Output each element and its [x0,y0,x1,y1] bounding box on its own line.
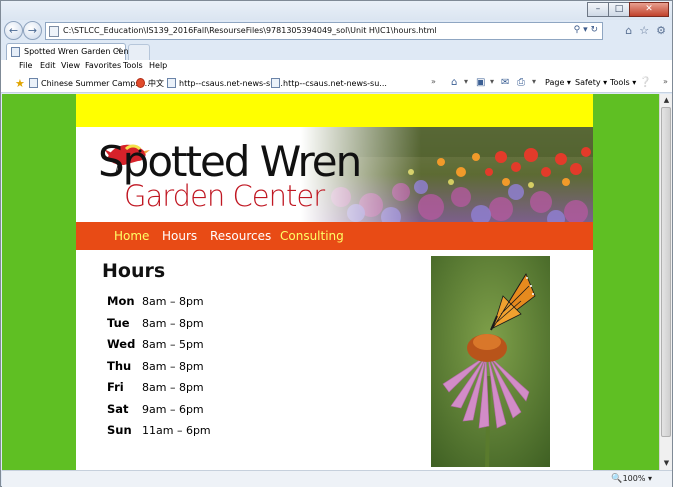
menu-help[interactable]: Help [149,61,167,70]
chevron-down-icon[interactable]: ▾ [532,77,536,86]
site-page: Spotted Wren Garden Center Home Hours Re… [76,94,593,470]
title-bar: – □ ✕ [1,1,672,20]
nav-home-link[interactable]: Home [114,229,149,243]
page-viewport: Spotted Wren Garden Center Home Hours Re… [2,94,659,470]
settings-gear-icon[interactable]: ⚙ [656,24,666,37]
favorite-item-4[interactable]: http--csaus.net-news-su... [271,78,387,88]
nav-consulting-link[interactable]: Consulting [280,229,344,243]
address-bar-row: ← → C:\STLCC_Education\IS139_2016Fall\Re… [1,20,672,42]
weibo-icon [136,78,145,88]
menu-bar: File Edit View Favorites Tools Help [1,60,672,73]
hours-day: Fri [107,380,124,394]
site-nav: Home Hours Resources Consulting [76,222,593,250]
new-tab-button[interactable] [128,44,150,60]
favorites-star-icon[interactable]: ★ [15,77,25,90]
nav-hours-link[interactable]: Hours [162,229,197,243]
mail-icon[interactable]: ✉ [501,77,509,88]
forward-button[interactable]: → [23,21,42,40]
scroll-thumb[interactable] [661,107,671,437]
home-icon[interactable]: ⌂ [625,24,632,37]
tools-menu-label: Tools [610,78,630,87]
hours-day: Wed [107,337,136,351]
browser-toolbar-icons: ⌂ ☆ ⚙ [625,24,666,37]
safety-menu-label: Safety [575,78,601,87]
search-refresh-icon[interactable]: ⚲ ▾ ↻ [574,25,598,35]
nav-resources-link[interactable]: Resources [210,229,271,243]
vertical-scrollbar[interactable]: ▲ ▼ [659,94,672,470]
header-band [76,94,593,127]
page-menu[interactable]: Page ▾ [545,78,571,87]
minimize-button[interactable]: – [587,2,609,17]
back-button[interactable]: ← [4,21,23,40]
address-field[interactable]: C:\STLCC_Education\IS139_2016Fall\Resour… [45,22,603,40]
hours-day: Tue [107,315,130,330]
hours-time: 8am – 8pm [142,316,204,330]
favorite-label: http--csaus.net-news-su... [179,79,283,88]
safety-menu[interactable]: Safety ▾ [575,78,607,87]
chevron-down-icon[interactable]: ▾ [464,77,468,86]
menu-tools[interactable]: Tools [123,61,143,70]
page-icon [167,78,176,88]
scroll-down-icon[interactable]: ▼ [660,457,673,470]
tab-row: Spotted Wren Garden Cent... ✕ [1,42,672,60]
logo-subtitle: Garden Center [124,179,325,213]
feeds-icon[interactable]: ▣ [476,77,485,88]
hours-time: 9am – 6pm [142,402,204,416]
menu-view[interactable]: View [61,61,80,70]
menu-file[interactable]: File [19,61,32,70]
menu-edit[interactable]: Edit [40,61,56,70]
hours-time: 8am – 8pm [142,359,204,373]
hours-day: Sat [107,401,129,416]
page-menu-label: Page [545,78,565,87]
favorite-item-3[interactable]: http--csaus.net-news-su... [167,78,283,88]
zoom-control[interactable]: 🔍100% ▾ [611,474,652,484]
tab-page-icon [11,47,20,57]
site-banner: Spotted Wren Garden Center [76,127,593,222]
maximize-button[interactable]: □ [608,2,630,17]
favorite-label: Chinese Summer Camps ... [41,79,150,88]
favorite-item-1[interactable]: Chinese Summer Camps ... [29,78,150,88]
print-icon[interactable]: ⎙ [517,77,525,88]
tab-spotted-wren[interactable]: Spotted Wren Garden Cent... ✕ [6,43,139,60]
scroll-up-icon[interactable]: ▲ [660,94,673,107]
hours-time: 8am – 8pm [142,381,204,394]
browser-window: – □ ✕ ← → C:\STLCC_Education\IS139_2016F… [0,0,673,487]
favorites-bar: ★ Chinese Summer Camps ... 中文 http--csau… [1,73,672,93]
status-bar: 🔍100% ▾ [2,470,672,487]
more-favorites-chevron-icon[interactable]: » [431,77,436,86]
hours-day: Sun [107,423,132,437]
page-icon [271,78,280,88]
logo-title: Spotted Wren [98,137,362,186]
favorite-label: 中文 [148,79,164,88]
tools-menu[interactable]: Tools ▾ [610,78,636,87]
hours-time: 8am – 8pm [142,295,204,308]
url-text: C:\STLCC_Education\IS139_2016Fall\Resour… [63,26,437,35]
hours-day: Mon [107,294,135,308]
page-heading: Hours [102,260,166,282]
close-tab-icon[interactable]: ✕ [115,46,122,55]
page-icon [29,78,38,88]
favorite-label: http--csaus.net-news-su... [283,79,387,88]
more-commands-chevron-icon[interactable]: » [663,77,668,86]
favorite-item-2[interactable]: 中文 [136,78,164,89]
page-icon [49,26,59,37]
window-controls: – □ ✕ [587,2,669,17]
close-window-button[interactable]: ✕ [629,2,669,17]
hours-time: 8am – 5pm [142,338,204,351]
butterfly-coneflower-photo [431,256,550,467]
favorites-star-icon[interactable]: ☆ [639,24,649,37]
hours-time: 11am – 6pm [142,424,211,437]
chevron-down-icon[interactable]: ▾ [490,77,494,86]
home-icon[interactable]: ⌂ [451,77,457,88]
zoom-level: 100% [622,474,646,483]
menu-favorites[interactable]: Favorites [85,61,121,70]
hours-day: Thu [107,358,132,373]
help-icon[interactable]: ❔ [639,77,651,88]
zoom-icon: 🔍 [611,474,623,484]
